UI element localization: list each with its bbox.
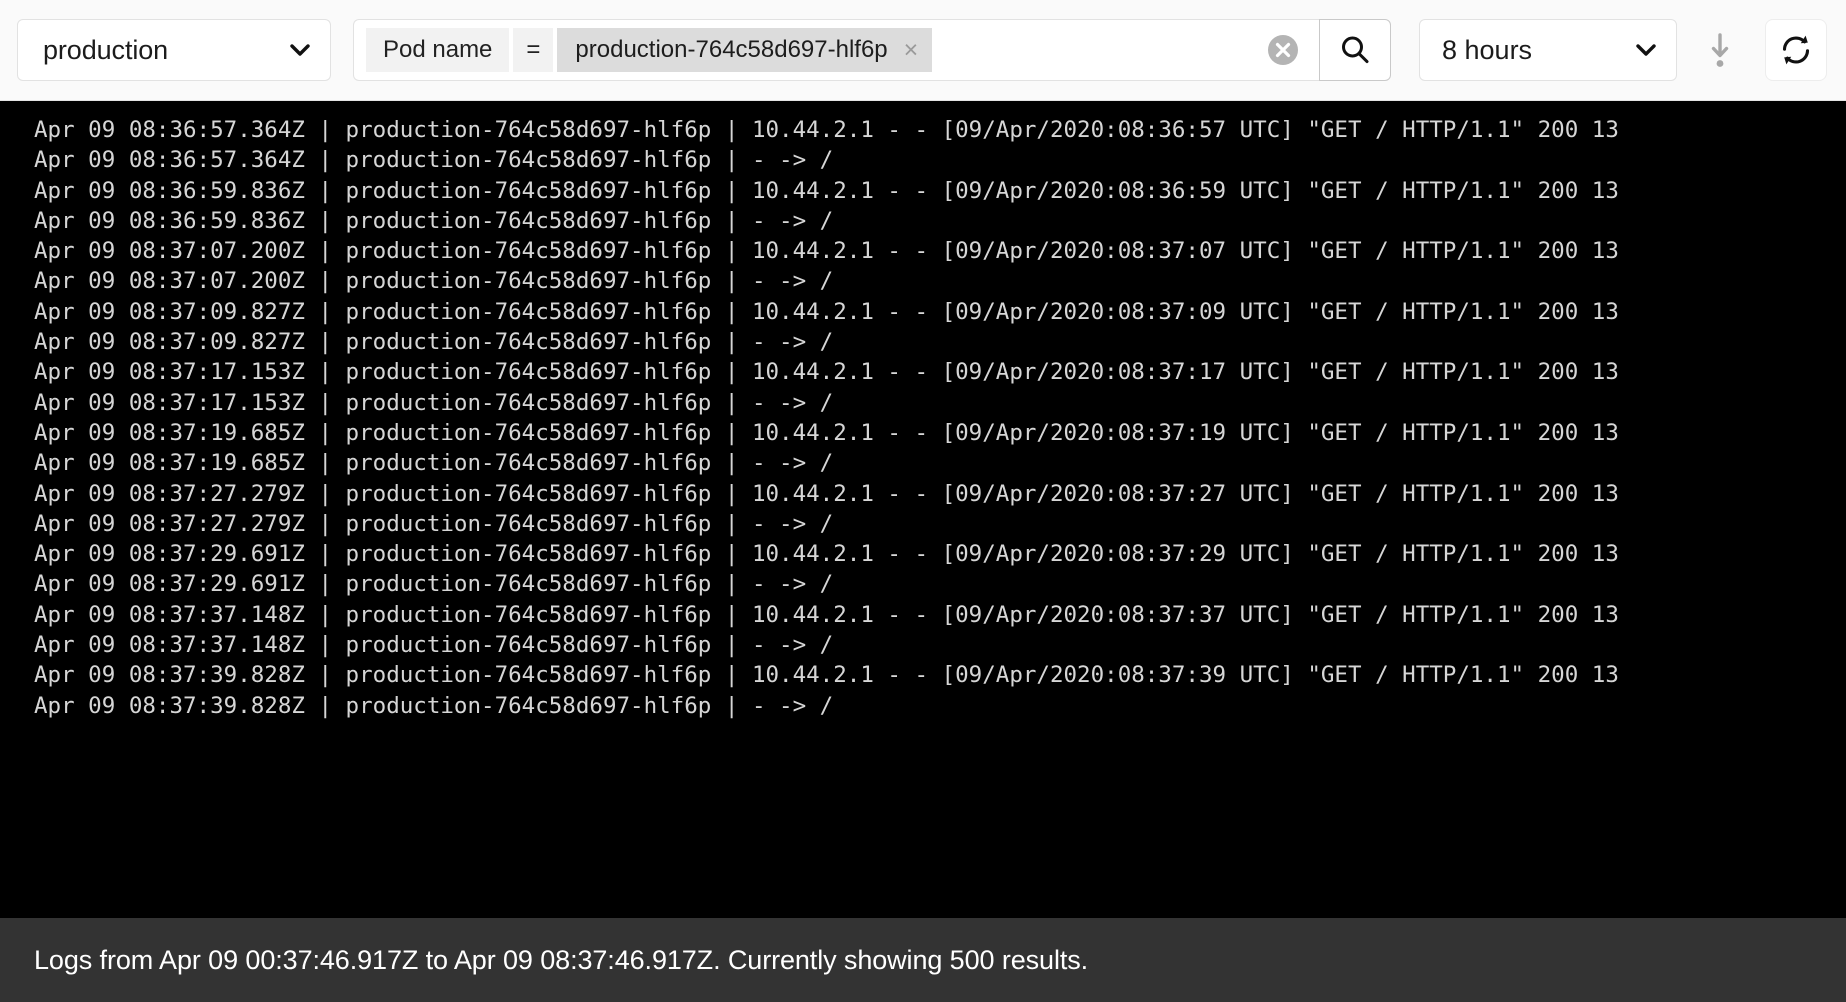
filter-chip-operator: =: [513, 28, 554, 72]
log-line: Apr 09 08:37:27.279Z | production-764c58…: [34, 510, 834, 537]
refresh-icon: [1782, 35, 1810, 65]
log-line: Apr 09 08:36:59.836Z | production-764c58…: [34, 177, 1619, 204]
chevron-down-icon: [1636, 44, 1656, 56]
log-line: Apr 09 08:37:37.148Z | production-764c58…: [34, 632, 834, 659]
download-button[interactable]: [1691, 21, 1749, 79]
log-line: Apr 09 08:37:39.828Z | production-764c58…: [34, 662, 1619, 689]
filter-chip[interactable]: Pod name = production-764c58d697-hlf6p ×: [366, 28, 933, 72]
log-line: Apr 09 08:37:09.827Z | production-764c58…: [34, 329, 834, 356]
clear-circle-icon[interactable]: [1267, 34, 1299, 66]
log-console[interactable]: Apr 09 08:36:57.364Z | production-764c58…: [0, 101, 1846, 918]
log-line: Apr 09 08:36:57.364Z | production-764c58…: [34, 117, 1619, 143]
time-range-value: 8 hours: [1442, 34, 1533, 65]
search-area: Pod name = production-764c58d697-hlf6p ×: [353, 19, 1391, 81]
toolbar: production Pod name = production-764c58d…: [0, 0, 1846, 101]
log-line: Apr 09 08:37:39.828Z | production-764c58…: [34, 692, 834, 719]
filter-chip-value: production-764c58d697-hlf6p: [575, 36, 888, 63]
search-icon: [1342, 36, 1369, 64]
log-viewer-app: production Pod name = production-764c58d…: [0, 0, 1846, 1002]
status-text: Logs from Apr 09 00:37:46.917Z to Apr 09…: [34, 944, 1089, 975]
log-line: Apr 09 08:37:17.153Z | production-764c58…: [34, 389, 834, 416]
close-icon[interactable]: ×: [904, 37, 919, 63]
status-bar: Logs from Apr 09 00:37:46.917Z to Apr 09…: [0, 918, 1846, 1002]
log-line: Apr 09 08:36:59.836Z | production-764c58…: [34, 207, 834, 234]
log-line: Apr 09 08:37:37.148Z | production-764c58…: [34, 601, 1619, 628]
log-line: Apr 09 08:37:07.200Z | production-764c58…: [34, 238, 1619, 265]
log-line: Apr 09 08:36:57.364Z | production-764c58…: [34, 147, 834, 174]
log-line: Apr 09 08:37:19.685Z | production-764c58…: [34, 419, 1619, 446]
filter-chip-value-wrap: production-764c58d697-hlf6p ×: [557, 28, 933, 72]
log-line: Apr 09 08:37:29.691Z | production-764c58…: [34, 541, 1619, 568]
log-line: Apr 09 08:37:27.279Z | production-764c58…: [34, 480, 1619, 507]
log-line: Apr 09 08:37:19.685Z | production-764c58…: [34, 450, 834, 477]
filter-input[interactable]: Pod name = production-764c58d697-hlf6p ×: [353, 19, 1319, 81]
log-line: Apr 09 08:37:17.153Z | production-764c58…: [34, 359, 1619, 386]
filter-chip-key: Pod name: [366, 28, 510, 72]
download-icon: [1711, 33, 1729, 67]
chevron-down-icon: [290, 44, 310, 56]
namespace-dropdown[interactable]: production: [17, 19, 331, 81]
search-button[interactable]: [1319, 19, 1391, 81]
log-line: Apr 09 08:37:09.827Z | production-764c58…: [34, 298, 1619, 325]
log-line: Apr 09 08:37:29.691Z | production-764c58…: [34, 571, 834, 598]
time-range-dropdown[interactable]: 8 hours: [1419, 19, 1677, 81]
log-line: Apr 09 08:37:07.200Z | production-764c58…: [34, 268, 834, 295]
refresh-button[interactable]: [1765, 19, 1827, 81]
namespace-value: production: [43, 34, 169, 65]
